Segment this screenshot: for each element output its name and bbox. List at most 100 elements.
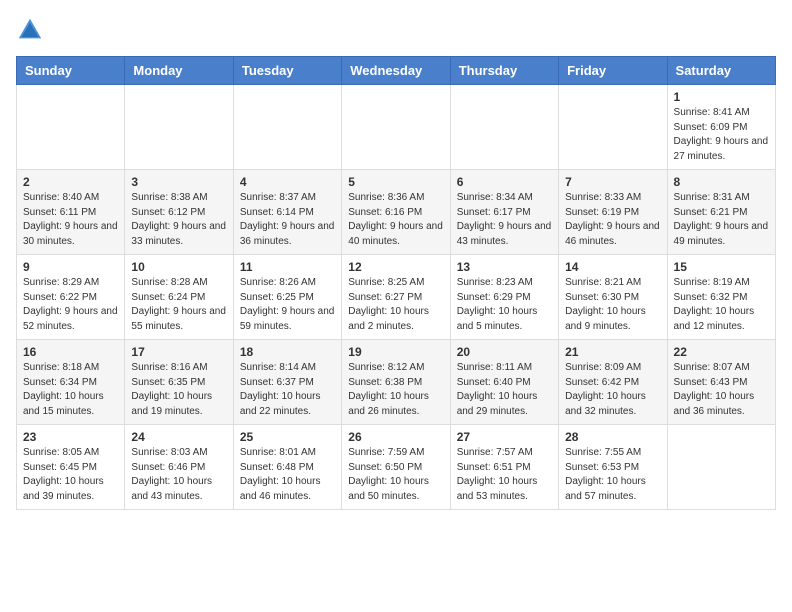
calendar-cell: [17, 85, 125, 170]
day-info: Sunrise: 8:31 AM Sunset: 6:21 PM Dayligh…: [674, 191, 769, 249]
weekday-header: Wednesday: [342, 57, 450, 85]
day-number: 6: [457, 175, 552, 189]
calendar-cell: [125, 85, 233, 170]
calendar-cell: 25 Sunrise: 8:01 AM Sunset: 6:48 PM Dayli…: [233, 425, 341, 510]
day-number: 13: [457, 260, 552, 274]
day-number: 18: [240, 345, 335, 359]
weekday-header: Friday: [559, 57, 667, 85]
day-info: Sunrise: 8:14 AM Sunset: 6:37 PM Dayligh…: [240, 361, 335, 419]
day-number: 7: [565, 175, 660, 189]
day-info: Sunrise: 8:38 AM Sunset: 6:12 PM Dayligh…: [131, 191, 226, 249]
day-number: 2: [23, 175, 118, 189]
day-info: Sunrise: 8:25 AM Sunset: 6:27 PM Dayligh…: [348, 276, 443, 334]
calendar-cell: [342, 85, 450, 170]
day-info: Sunrise: 8:40 AM Sunset: 6:11 PM Dayligh…: [23, 191, 118, 249]
calendar-cell: 11Sunrise: 8:26 AM Sunset: 6:25 PM Dayli…: [233, 255, 341, 340]
day-number: 8: [674, 175, 769, 189]
calendar-cell: [233, 85, 341, 170]
day-info: Sunrise: 8:03 AM Sunset: 6:46 PM Dayligh…: [131, 446, 226, 504]
weekday-header: Sunday: [17, 57, 125, 85]
calendar-cell: [559, 85, 667, 170]
logo-icon: [16, 16, 44, 44]
day-info: Sunrise: 8:29 AM Sunset: 6:22 PM Dayligh…: [23, 276, 118, 334]
calendar-cell: 16 Sunrise: 8:18 AM Sunset: 6:34 PM Dayli…: [17, 340, 125, 425]
day-info: Sunrise: 8:18 AM Sunset: 6:34 PM Dayligh…: [23, 361, 118, 419]
calendar-cell: 15 Sunrise: 8:19 AM Sunset: 6:32 PM Dayli…: [667, 255, 775, 340]
day-number: 4: [240, 175, 335, 189]
calendar-week-row: 16 Sunrise: 8:18 AM Sunset: 6:34 PM Dayli…: [17, 340, 776, 425]
calendar-cell: 21 Sunrise: 8:09 AM Sunset: 6:42 PM Dayli…: [559, 340, 667, 425]
day-info: Sunrise: 8:41 AM Sunset: 6:09 PM Dayligh…: [674, 106, 769, 164]
day-number: 27: [457, 430, 552, 444]
day-info: Sunrise: 8:11 AM Sunset: 6:40 PM Dayligh…: [457, 361, 552, 419]
day-info: Sunrise: 8:26 AM Sunset: 6:25 PM Dayligh…: [240, 276, 335, 334]
day-info: Sunrise: 8:23 AM Sunset: 6:29 PM Dayligh…: [457, 276, 552, 334]
calendar-cell: 26 Sunrise: 7:59 AM Sunset: 6:50 PM Dayli…: [342, 425, 450, 510]
day-info: Sunrise: 8:21 AM Sunset: 6:30 PM Dayligh…: [565, 276, 660, 334]
day-number: 14: [565, 260, 660, 274]
calendar-cell: 20Sunrise: 8:11 AM Sunset: 6:40 PM Dayli…: [450, 340, 558, 425]
day-info: Sunrise: 7:59 AM Sunset: 6:50 PM Dayligh…: [348, 446, 443, 504]
day-info: Sunrise: 8:34 AM Sunset: 6:17 PM Dayligh…: [457, 191, 552, 249]
day-number: 1: [674, 90, 769, 104]
day-number: 3: [131, 175, 226, 189]
day-number: 21: [565, 345, 660, 359]
day-info: Sunrise: 8:09 AM Sunset: 6:42 PM Dayligh…: [565, 361, 660, 419]
day-number: 28: [565, 430, 660, 444]
day-number: 25: [240, 430, 335, 444]
day-info: Sunrise: 8:07 AM Sunset: 6:43 PM Dayligh…: [674, 361, 769, 419]
day-info: Sunrise: 8:01 AM Sunset: 6:48 PM Dayligh…: [240, 446, 335, 504]
weekday-header: Tuesday: [233, 57, 341, 85]
day-number: 23: [23, 430, 118, 444]
day-info: Sunrise: 7:57 AM Sunset: 6:51 PM Dayligh…: [457, 446, 552, 504]
day-number: 15: [674, 260, 769, 274]
weekday-header: Thursday: [450, 57, 558, 85]
day-number: 16: [23, 345, 118, 359]
calendar-cell: 2 Sunrise: 8:40 AM Sunset: 6:11 PM Daylig…: [17, 170, 125, 255]
calendar-cell: 18 Sunrise: 8:14 AM Sunset: 6:37 PM Dayli…: [233, 340, 341, 425]
calendar-week-row: 9 Sunrise: 8:29 AM Sunset: 6:22 PM Daylig…: [17, 255, 776, 340]
calendar-cell: 9 Sunrise: 8:29 AM Sunset: 6:22 PM Daylig…: [17, 255, 125, 340]
day-info: Sunrise: 8:12 AM Sunset: 6:38 PM Dayligh…: [348, 361, 443, 419]
calendar-cell: 12 Sunrise: 8:25 AM Sunset: 6:27 PM Dayli…: [342, 255, 450, 340]
calendar-cell: 6 Sunrise: 8:34 AM Sunset: 6:17 PM Daylig…: [450, 170, 558, 255]
calendar-cell: 22 Sunrise: 8:07 AM Sunset: 6:43 PM Dayli…: [667, 340, 775, 425]
calendar-cell: 4 Sunrise: 8:37 AM Sunset: 6:14 PM Daylig…: [233, 170, 341, 255]
calendar-cell: [450, 85, 558, 170]
calendar-cell: 13 Sunrise: 8:23 AM Sunset: 6:29 PM Dayli…: [450, 255, 558, 340]
day-number: 24: [131, 430, 226, 444]
calendar-cell: [667, 425, 775, 510]
weekday-header: Saturday: [667, 57, 775, 85]
day-number: 19: [348, 345, 443, 359]
day-number: 22: [674, 345, 769, 359]
day-info: Sunrise: 8:37 AM Sunset: 6:14 PM Dayligh…: [240, 191, 335, 249]
day-number: 10: [131, 260, 226, 274]
calendar-cell: 27 Sunrise: 7:57 AM Sunset: 6:51 PM Dayli…: [450, 425, 558, 510]
logo: [16, 16, 46, 44]
day-info: Sunrise: 8:33 AM Sunset: 6:19 PM Dayligh…: [565, 191, 660, 249]
day-info: Sunrise: 8:28 AM Sunset: 6:24 PM Dayligh…: [131, 276, 226, 334]
calendar-cell: 1 Sunrise: 8:41 AM Sunset: 6:09 PM Daylig…: [667, 85, 775, 170]
calendar-cell: 19 Sunrise: 8:12 AM Sunset: 6:38 PM Dayli…: [342, 340, 450, 425]
calendar-week-row: 2 Sunrise: 8:40 AM Sunset: 6:11 PM Daylig…: [17, 170, 776, 255]
day-info: Sunrise: 8:19 AM Sunset: 6:32 PM Dayligh…: [674, 276, 769, 334]
day-info: Sunrise: 8:36 AM Sunset: 6:16 PM Dayligh…: [348, 191, 443, 249]
calendar-cell: 23 Sunrise: 8:05 AM Sunset: 6:45 PM Dayli…: [17, 425, 125, 510]
calendar-cell: 7 Sunrise: 8:33 AM Sunset: 6:19 PM Daylig…: [559, 170, 667, 255]
day-number: 5: [348, 175, 443, 189]
day-number: 26: [348, 430, 443, 444]
day-number: 12: [348, 260, 443, 274]
calendar-cell: 3 Sunrise: 8:38 AM Sunset: 6:12 PM Daylig…: [125, 170, 233, 255]
calendar-cell: 5 Sunrise: 8:36 AM Sunset: 6:16 PM Daylig…: [342, 170, 450, 255]
page-header: [16, 16, 776, 44]
weekday-header: Monday: [125, 57, 233, 85]
day-info: Sunrise: 8:05 AM Sunset: 6:45 PM Dayligh…: [23, 446, 118, 504]
calendar-cell: 10 Sunrise: 8:28 AM Sunset: 6:24 PM Dayli…: [125, 255, 233, 340]
calendar-week-row: 23 Sunrise: 8:05 AM Sunset: 6:45 PM Dayli…: [17, 425, 776, 510]
day-number: 9: [23, 260, 118, 274]
calendar-header-row: SundayMondayTuesdayWednesdayThursdayFrid…: [17, 57, 776, 85]
day-info: Sunrise: 8:16 AM Sunset: 6:35 PM Dayligh…: [131, 361, 226, 419]
calendar-cell: 24 Sunrise: 8:03 AM Sunset: 6:46 PM Dayli…: [125, 425, 233, 510]
calendar-cell: 17Sunrise: 8:16 AM Sunset: 6:35 PM Dayli…: [125, 340, 233, 425]
calendar-week-row: 1 Sunrise: 8:41 AM Sunset: 6:09 PM Daylig…: [17, 85, 776, 170]
